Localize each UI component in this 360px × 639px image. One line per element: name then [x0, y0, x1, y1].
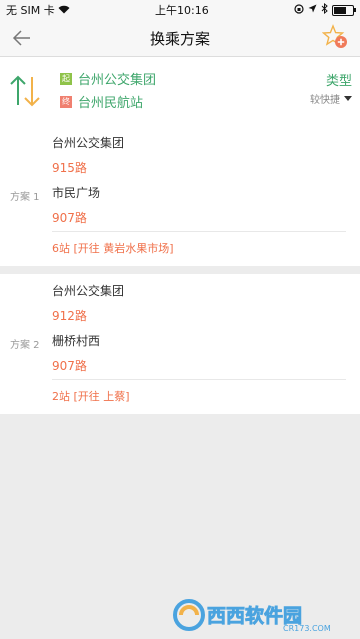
- plan-route-line: 907路: [52, 211, 87, 225]
- watermark-logo: 西西软件园 CR173.COM: [173, 597, 348, 633]
- route-type-value: 较快捷: [310, 95, 340, 106]
- favorite-add-icon[interactable]: [321, 24, 348, 50]
- location-icon: [308, 4, 317, 16]
- destination-row[interactable]: 终 台州民航站: [60, 92, 143, 111]
- origin-tag: 起: [60, 72, 72, 85]
- route-header: 起 台州公交集团 终 台州民航站 类型 较快捷: [0, 57, 360, 128]
- route-type-selector[interactable]: 类型 较快捷: [310, 70, 352, 106]
- status-time: 上午10:16: [155, 4, 209, 17]
- plan-label: 方案 1: [10, 192, 40, 203]
- origin-stop: 台州公交集团: [78, 73, 157, 88]
- plan-route-line: 915路: [52, 161, 87, 175]
- destination-stop: 台州民航站: [78, 96, 144, 111]
- plan-card-1[interactable]: 方案 1 台州公交集团 915路 市民广场 907路 6站 [开往 黄岩水果市场…: [0, 126, 360, 266]
- plan-start-stop: 台州公交集团: [52, 136, 125, 150]
- plan-start-stop: 台州公交集团: [52, 284, 125, 298]
- battery-icon: [331, 4, 356, 16]
- carrier-text: 无 SIM 卡: [6, 4, 55, 17]
- divider: [52, 379, 346, 380]
- page-title: 换乘方案: [149, 29, 210, 48]
- plan-route-line: 907路: [52, 359, 87, 373]
- route-type-label: 类型: [325, 74, 352, 89]
- status-bar: 无 SIM 卡 上午10:16: [0, 0, 360, 20]
- swap-direction-icon[interactable]: [8, 71, 44, 111]
- orientation-lock-icon: [294, 3, 304, 17]
- dropdown-arrow-icon: [344, 96, 352, 101]
- plan-route-line: 912路: [52, 309, 87, 323]
- plan-transfer-stop: 市民广场: [52, 186, 101, 200]
- plan-card-2[interactable]: 方案 2 台州公交集团 912路 栅桥村西 907路 2站 [开往 上蔡]: [0, 274, 360, 414]
- origin-row[interactable]: 起 台州公交集团: [60, 69, 156, 88]
- watermark-url: CR173.COM: [283, 624, 331, 633]
- plan-transfer-stop: 栅桥村西: [52, 334, 101, 348]
- nav-bar: 换乘方案: [0, 20, 360, 57]
- divider: [52, 231, 346, 232]
- back-arrow-icon[interactable]: [10, 26, 34, 50]
- bluetooth-icon: [321, 2, 328, 17]
- plan-summary: 6站 [开往 黄岩水果市场]: [52, 242, 174, 255]
- destination-tag: 终: [60, 95, 72, 108]
- wifi-icon: [58, 4, 70, 17]
- plan-label: 方案 2: [10, 340, 40, 351]
- plan-summary: 2站 [开往 上蔡]: [52, 390, 130, 403]
